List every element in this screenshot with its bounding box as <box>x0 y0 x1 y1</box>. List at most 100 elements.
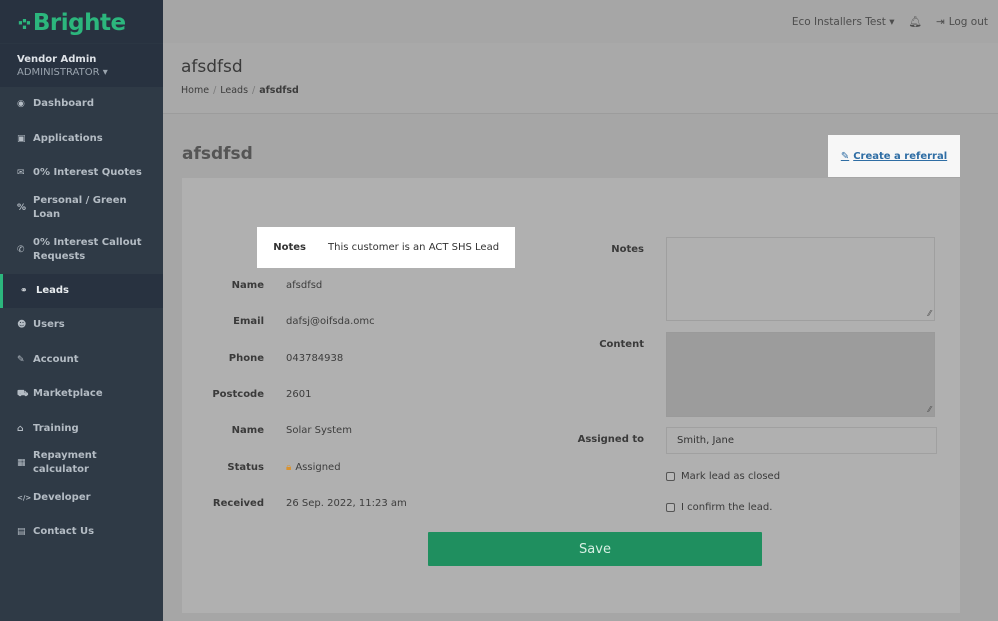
confirm-lead-checkbox[interactable] <box>666 503 675 512</box>
sidebar-item-label: Training <box>33 422 79 434</box>
sidebar-item-personal-green-loan[interactable]: % Personal / Green Loan <box>0 191 163 226</box>
sidebar-item-label: Leads <box>36 285 70 296</box>
breadcrumb: Home / Leads / afsdfsd <box>181 85 998 96</box>
notifications-button[interactable]: 🔔︎ <box>909 15 922 28</box>
sidebar-item-label: Personal / Green Loan <box>33 194 127 220</box>
mark-closed-checkbox-row[interactable]: Mark lead as closed <box>666 471 780 482</box>
lead-panel: Notes This customer is an ACT SHS Lead N… <box>182 178 960 613</box>
leads-icon: ⚭ <box>20 286 28 296</box>
notes-highlight: Notes This customer is an ACT SHS Lead <box>257 227 515 268</box>
postcode-label: Postcode <box>212 389 264 400</box>
sidebar-nav: ◉ Dashboard ▣ Applications ✉ 0% Interest Qu… <box>0 87 163 550</box>
notes-value: This customer is an ACT SHS Lead <box>328 242 500 253</box>
breadcrumb-current: afsdfsd <box>259 85 299 96</box>
wrench-icon: ✎ <box>17 354 25 365</box>
topbar: Eco Installers Test ▾ 🔔︎ ⇥ Log out <box>163 0 998 43</box>
brand-logo[interactable]: ·:· Brighte <box>0 0 163 43</box>
sidebar-item-users[interactable]: ☻ Users <box>0 308 163 343</box>
page-header: afsdfsd Home / Leads / afsdfsd <box>163 43 998 114</box>
applications-icon: ▣ <box>17 133 26 144</box>
sidebar-item-account[interactable]: ✎ Account <box>0 343 163 378</box>
sidebar-item-label: Developer <box>33 491 91 503</box>
users-icon: ☻ <box>17 320 27 331</box>
sidebar-item-callout-requests[interactable]: ✆ 0% Interest Callout Requests <box>0 225 163 274</box>
sidebar-item-label: Applications <box>33 132 103 144</box>
confirm-lead-checkbox-row[interactable]: I confirm the lead. <box>666 502 772 513</box>
main-content: afsdfsd ✎ Create a referral Notes This c… <box>163 114 998 621</box>
dashboard-icon: ◉ <box>17 99 25 110</box>
sidebar-item-leads[interactable]: ⚭ Leads <box>0 274 163 308</box>
resize-handle-icon[interactable]: ⁄⁄ <box>928 405 931 414</box>
user-name: Vendor Admin <box>17 54 97 65</box>
code-icon: </> <box>17 493 32 502</box>
percent-icon: % <box>17 202 27 213</box>
breadcrumb-separator: / <box>213 85 217 96</box>
envelope-icon: ✉ <box>17 168 25 179</box>
status-value: 🔒︎ Assigned <box>286 462 341 473</box>
status-text: Assigned <box>295 462 341 473</box>
postcode-value: 2601 <box>286 389 312 400</box>
logout-link[interactable]: ⇥ Log out <box>936 16 988 28</box>
content-textarea[interactable]: ⁄⁄ <box>666 332 935 417</box>
sidebar-item-label: Dashboard <box>33 98 94 110</box>
mark-closed-checkbox[interactable] <box>666 472 675 481</box>
cart-icon: ⛟ <box>17 388 29 399</box>
calculator-icon: ▦ <box>17 458 26 469</box>
resize-handle-icon[interactable]: ⁄⁄ <box>928 309 931 318</box>
sidebar-item-label: 0% Interest Callout Requests <box>33 236 142 262</box>
breadcrumb-home[interactable]: Home <box>181 85 209 96</box>
sidebar-item-label: Users <box>33 319 65 331</box>
lock-icon: 🔒︎ <box>286 462 292 473</box>
document-icon: ▤ <box>17 527 26 538</box>
edit-icon: ✎ <box>840 150 850 162</box>
received-label: Received <box>212 498 264 509</box>
sidebar-item-developer[interactable]: </> Developer <box>0 481 163 516</box>
form-notes-label: Notes <box>611 244 644 255</box>
status-label: Status <box>227 462 264 473</box>
brighte-logo-icon: ·:· <box>17 12 32 34</box>
mark-closed-label: Mark lead as closed <box>681 471 781 482</box>
phone-icon: ✆ <box>17 244 25 255</box>
sidebar-item-repayment-calculator[interactable]: ▦ Repayment calculator <box>0 446 163 481</box>
assigned-to-label: Assigned to <box>577 434 644 445</box>
org-name: Eco Installers Test ▾ <box>791 15 895 28</box>
notes-textarea[interactable]: ⁄⁄ <box>666 237 935 321</box>
name-label: Name <box>231 280 264 291</box>
name-value: afsdfsd <box>286 280 323 291</box>
sidebar-item-interest-quotes[interactable]: ✉ 0% Interest Quotes <box>0 156 163 191</box>
email-label: Email <box>233 316 264 327</box>
sidebar-item-applications[interactable]: ▣ Applications <box>0 122 163 157</box>
user-role-dropdown[interactable]: ADMINISTRATOR ▾ <box>17 67 163 78</box>
user-menu[interactable]: Vendor Admin ADMINISTRATOR ▾ <box>0 43 163 87</box>
product-name-label: Name <box>231 425 264 436</box>
create-referral-link[interactable]: ✎ Create a referral <box>828 135 960 177</box>
assigned-to-value: Smith, Jane <box>677 435 735 446</box>
sidebar-item-dashboard[interactable]: ◉ Dashboard <box>0 87 163 122</box>
content-label: Content <box>599 339 644 350</box>
sidebar-item-marketplace[interactable]: ⛟ Marketplace <box>0 377 163 412</box>
bell-icon: 🔔︎ <box>908 16 922 28</box>
email-value: dafsj@oifsda.omc <box>286 316 375 327</box>
notes-label: Notes <box>273 242 306 253</box>
sidebar-item-label: 0% Interest Quotes <box>33 167 142 179</box>
phone-label: Phone <box>228 353 264 364</box>
confirm-lead-label: I confirm the lead. <box>681 502 773 513</box>
phone-value: 043784938 <box>286 353 344 364</box>
received-value: 26 Sep. 2022, 11:23 am <box>286 498 407 509</box>
sidebar-item-label: Repayment calculator <box>33 450 97 476</box>
graduation-cap-icon: ⌂ <box>17 423 24 434</box>
assigned-to-select[interactable]: Smith, Jane <box>666 427 937 454</box>
sidebar-item-label: Contact Us <box>33 526 95 538</box>
sidebar-item-label: Account <box>33 353 79 365</box>
product-name-value: Solar System <box>286 425 352 436</box>
sidebar-item-training[interactable]: ⌂ Training <box>0 412 163 447</box>
sidebar-item-contact-us[interactable]: ▤ Contact Us <box>0 515 163 550</box>
breadcrumb-leads[interactable]: Leads <box>220 85 248 96</box>
section-title: afsdfsd <box>182 144 253 164</box>
logout-icon: ⇥ <box>935 15 945 28</box>
save-button[interactable]: Save <box>428 532 762 566</box>
org-switcher[interactable]: Eco Installers Test ▾ <box>792 16 895 28</box>
brand-name: Brighte <box>32 10 126 36</box>
logout-label: Log out <box>948 15 988 28</box>
sidebar-item-label: Marketplace <box>33 388 103 400</box>
